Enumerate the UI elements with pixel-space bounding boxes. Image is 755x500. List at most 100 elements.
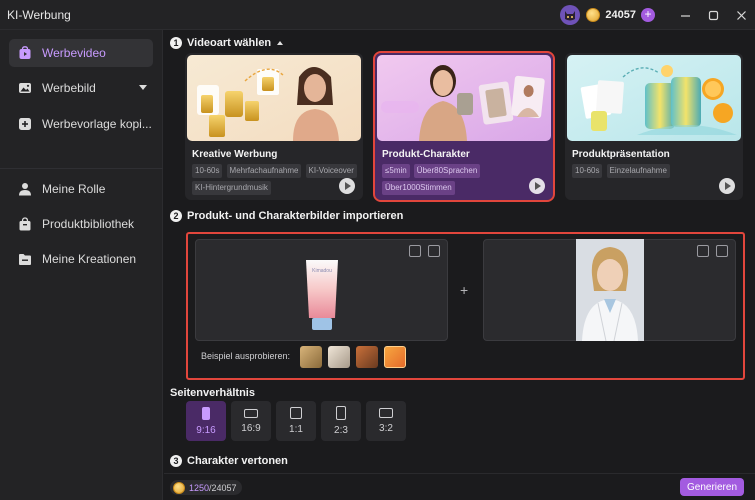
sidebar-item-produktbibliothek[interactable]: Produktbibliothek: [9, 210, 153, 238]
example-thumbnail[interactable]: [328, 346, 350, 368]
video-type-card-produkt-charakter[interactable]: Produkt-Charakter ≤5min Über80Sprachen Ü…: [373, 51, 555, 202]
card-tags: 10-60s Einzelaufnahme: [572, 164, 738, 181]
sidebar-item-werbevideo[interactable]: Werbevideo: [9, 39, 153, 67]
section-import-header: 2 Produkt- und Charakterbilder importier…: [170, 210, 403, 222]
sidebar-item-meine-rolle[interactable]: Meine Rolle: [9, 175, 153, 203]
step-number: 1: [170, 37, 182, 49]
sidebar-item-label: Werbevideo: [42, 46, 106, 60]
sidebar-item-label: Meine Kreationen: [42, 252, 137, 266]
close-icon[interactable]: [727, 0, 755, 30]
example-thumbnail[interactable]: [356, 346, 378, 368]
character-image-slot[interactable]: [483, 239, 736, 341]
title-bar-controls: 24057 +: [560, 0, 755, 30]
card-thumbnail: [567, 55, 741, 141]
tag: Über80Sprachen: [413, 164, 481, 178]
video-type-card-produktpraesentation[interactable]: Produktpräsentation 10-60s Einzelaufnahm…: [565, 53, 743, 200]
delete-icon[interactable]: [428, 245, 440, 257]
aspect-ratio-header: Seitenverhältnis: [170, 387, 255, 399]
product-brand: Kimadou: [312, 268, 332, 274]
generate-button[interactable]: Generieren: [680, 478, 744, 496]
section-title: Seitenverhältnis: [170, 387, 255, 399]
landscape-ratio-icon: [244, 408, 258, 418]
copy-template-icon: [19, 118, 31, 130]
credit-balance: 24057: [605, 9, 636, 21]
wide-ratio-icon: [379, 408, 393, 418]
image-icon: [19, 83, 31, 93]
step-number: 2: [170, 210, 182, 222]
sidebar-item-label: Werbebild: [42, 81, 96, 95]
caret-up-icon[interactable]: [277, 41, 284, 45]
card-title: Kreative Werbung: [192, 149, 278, 160]
tag: Über1000Stimmen: [382, 181, 455, 195]
section-title: Charakter vertonen: [187, 455, 288, 467]
creative-ad-thumbnail: [187, 55, 361, 141]
video-type-card-kreative-werbung[interactable]: Kreative Werbung 10-60s Mehrfachaufnahme…: [185, 53, 363, 200]
section-title: Produkt- und Charakterbilder importieren: [187, 210, 404, 222]
footer-bar: 1250 /24057 Generieren: [164, 473, 755, 500]
tag: KI-Voiceover: [305, 164, 357, 178]
chevron-down-icon[interactable]: [139, 85, 147, 90]
aspect-ratio-options: 9:16 16:9 1:1 2:3 3:2: [186, 401, 411, 441]
sidebar-item-label: Produktbibliothek: [42, 217, 135, 231]
shopping-bag-icon: [19, 217, 31, 231]
ratio-label: 2:3: [334, 425, 348, 436]
card-thumbnail: [187, 55, 361, 141]
credits-used: 1250: [189, 482, 210, 493]
replace-image-icon[interactable]: [697, 245, 709, 257]
coin-icon: [586, 8, 601, 22]
image-import-area: Kimadou + Beispiel ausprobieren:: [186, 232, 745, 380]
delete-icon[interactable]: [716, 245, 728, 257]
ratio-option-9-16[interactable]: 9:16: [186, 401, 226, 441]
tag: ≤5min: [382, 164, 410, 178]
credits-total: /24057: [209, 482, 237, 493]
folder-icon: [19, 254, 31, 265]
tag: 10-60s: [572, 164, 603, 178]
sidebar-item-werbevorlage[interactable]: Werbevorlage kopi...: [9, 110, 153, 138]
minimize-icon[interactable]: [671, 0, 699, 30]
product-character-thumbnail: [377, 55, 551, 141]
section-video-type-header[interactable]: 1 Videoart wählen: [170, 37, 284, 49]
card-tags: 10-60s Mehrfachaufnahme KI-Voiceover KI-…: [192, 164, 358, 198]
product-presentation-thumbnail: [567, 55, 741, 141]
sidebar-item-label: Werbevorlage kopi...: [42, 117, 152, 131]
coin-icon: [173, 481, 185, 494]
ratio-label: 3:2: [379, 423, 393, 434]
card-title: Produkt-Charakter: [382, 149, 470, 160]
sidebar-item-meine-kreationen[interactable]: Meine Kreationen: [9, 245, 153, 273]
cat-avatar-icon: [565, 11, 576, 21]
tag: 10-60s: [192, 164, 223, 178]
example-thumbnail[interactable]: [384, 346, 406, 368]
portrait-ratio-icon: [202, 406, 210, 420]
replace-image-icon[interactable]: [409, 245, 421, 257]
card-tags: ≤5min Über80Sprachen Über1000Stimmen: [382, 164, 548, 198]
add-credits-button[interactable]: +: [641, 8, 655, 22]
ratio-label: 1:1: [289, 424, 303, 435]
sidebar-item-label: Meine Rolle: [42, 182, 106, 196]
example-label: Beispiel ausprobieren:: [201, 351, 291, 361]
tag: Mehrfachaufnahme: [226, 164, 302, 178]
tag: Einzelaufnahme: [606, 164, 670, 178]
app-title: KI-Werbung: [7, 7, 71, 22]
ratio-option-16-9[interactable]: 16:9: [231, 401, 271, 441]
square-ratio-icon: [290, 407, 302, 419]
user-avatar[interactable]: [560, 5, 581, 25]
example-thumbnail[interactable]: [300, 346, 322, 368]
section-title: Videoart wählen: [187, 37, 272, 49]
person-icon: [19, 183, 31, 196]
plus-sign: +: [460, 282, 469, 298]
product-image-slot[interactable]: Kimadou: [195, 239, 448, 341]
card-title: Produktpräsentation: [572, 149, 670, 160]
credit-usage: 1250 /24057: [170, 480, 242, 495]
sidebar-item-werbebild[interactable]: Werbebild: [9, 74, 153, 102]
ratio-label: 16:9: [241, 422, 261, 434]
main-content: 1 Videoart wählen Kreative Werbung 10-60…: [164, 30, 755, 500]
tall-ratio-icon: [336, 406, 346, 420]
ratio-option-3-2[interactable]: 3:2: [366, 401, 406, 441]
ratio-option-1-1[interactable]: 1:1: [276, 401, 316, 441]
maximize-icon[interactable]: [699, 0, 727, 30]
product-tube-image: Kimadou: [306, 260, 338, 330]
sidebar: Werbevideo Werbebild Werbevorlage kopi..…: [0, 30, 163, 500]
title-bar: KI-Werbung 24057 +: [0, 0, 755, 30]
video-bag-icon: [19, 46, 31, 59]
ratio-option-2-3[interactable]: 2:3: [321, 401, 361, 441]
